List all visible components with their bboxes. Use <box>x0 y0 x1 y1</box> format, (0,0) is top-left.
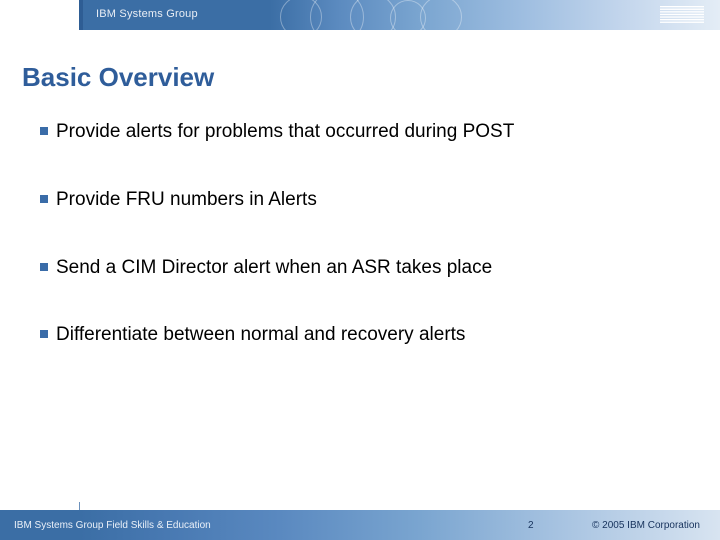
footer-page-number: 2 <box>528 520 534 531</box>
bullet-text: Differentiate between normal and recover… <box>56 323 465 347</box>
header-accent <box>79 0 83 30</box>
header-circles-decoration <box>280 0 500 36</box>
bullet-marker-icon <box>40 127 48 135</box>
ibm-logo-icon <box>660 6 704 29</box>
group-label: IBM Systems Group <box>96 8 198 20</box>
bullet-text: Send a CIM Director alert when an ASR ta… <box>56 256 492 280</box>
list-item: Provide alerts for problems that occurre… <box>40 120 680 144</box>
list-item: Send a CIM Director alert when an ASR ta… <box>40 256 680 280</box>
slide-title: Basic Overview <box>22 62 214 93</box>
bullet-marker-icon <box>40 330 48 338</box>
bullet-text: Provide FRU numbers in Alerts <box>56 188 317 212</box>
list-item: Differentiate between normal and recover… <box>40 323 680 347</box>
bullet-marker-icon <box>40 195 48 203</box>
bullet-marker-icon <box>40 263 48 271</box>
list-item: Provide FRU numbers in Alerts <box>40 188 680 212</box>
bullet-list: Provide alerts for problems that occurre… <box>40 120 680 391</box>
footer-bar: IBM Systems Group Field Skills & Educati… <box>0 510 720 540</box>
bullet-text: Provide alerts for problems that occurre… <box>56 120 514 144</box>
footer-left-text: IBM Systems Group Field Skills & Educati… <box>14 520 211 531</box>
footer-copyright: © 2005 IBM Corporation <box>592 520 700 531</box>
slide: IBM Systems Group Basic Overview Provide… <box>0 0 720 540</box>
header-left-block <box>0 0 80 30</box>
header-bar: IBM Systems Group <box>0 0 720 30</box>
footer-tick <box>79 502 80 510</box>
